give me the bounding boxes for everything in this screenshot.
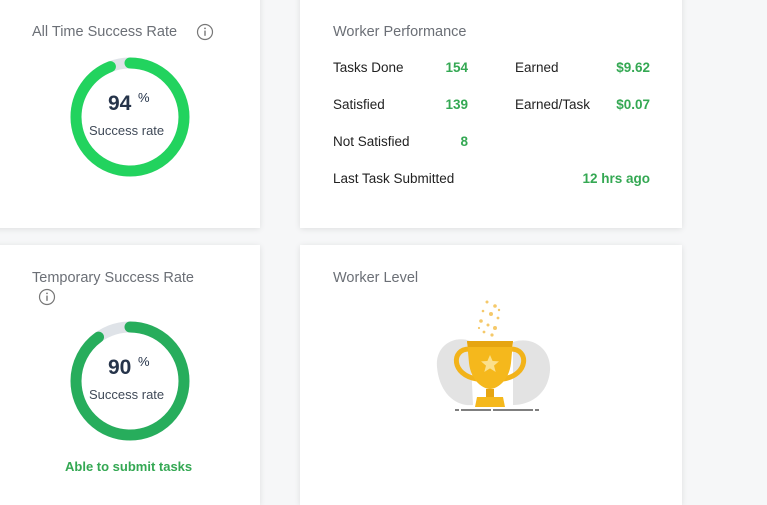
all-time-success-title: All Time Success Rate bbox=[32, 24, 178, 40]
worker-level-title: Worker Level bbox=[333, 270, 419, 286]
all-time-success-ring bbox=[70, 57, 190, 177]
earned-value: $9.62 bbox=[616, 60, 650, 75]
satisfied-value: 139 bbox=[445, 97, 468, 112]
info-icon[interactable] bbox=[196, 23, 214, 41]
worker-performance-card: Worker Performance Tasks Done 154 Satisf… bbox=[300, 0, 682, 228]
tasks-done-value: 154 bbox=[445, 60, 468, 75]
not-satisfied-value: 8 bbox=[460, 134, 468, 149]
all-time-success-card: All Time Success Rate 94 % Success rate bbox=[0, 0, 260, 228]
info-icon[interactable] bbox=[38, 288, 56, 306]
worker-level-card: Worker Level bbox=[300, 245, 682, 505]
all-time-success-value: 94 bbox=[108, 92, 132, 115]
last-task-submitted-value: 12 hrs ago bbox=[582, 171, 650, 186]
earned-per-task-value: $0.07 bbox=[616, 97, 650, 112]
satisfied-label: Satisfied bbox=[333, 97, 385, 112]
trophy-icon bbox=[436, 300, 551, 411]
earned-per-task-label: Earned/Task bbox=[515, 97, 591, 112]
not-satisfied-label: Not Satisfied bbox=[333, 134, 410, 149]
temporary-success-unit: % bbox=[138, 354, 150, 369]
temporary-success-card: Temporary Success Rate 90 % Success rate… bbox=[0, 245, 260, 505]
temporary-success-label: Success rate bbox=[89, 387, 165, 402]
temporary-success-value: 90 bbox=[108, 356, 132, 379]
worker-performance-title: Worker Performance bbox=[333, 24, 467, 40]
tasks-done-label: Tasks Done bbox=[333, 60, 404, 75]
submit-status: Able to submit tasks bbox=[65, 459, 193, 474]
temporary-success-title: Temporary Success Rate bbox=[32, 270, 194, 286]
temporary-success-ring bbox=[70, 321, 190, 441]
all-time-success-unit: % bbox=[138, 90, 150, 105]
earned-label: Earned bbox=[515, 60, 559, 75]
last-task-submitted-label: Last Task Submitted bbox=[333, 171, 455, 186]
all-time-success-label: Success rate bbox=[89, 123, 165, 138]
